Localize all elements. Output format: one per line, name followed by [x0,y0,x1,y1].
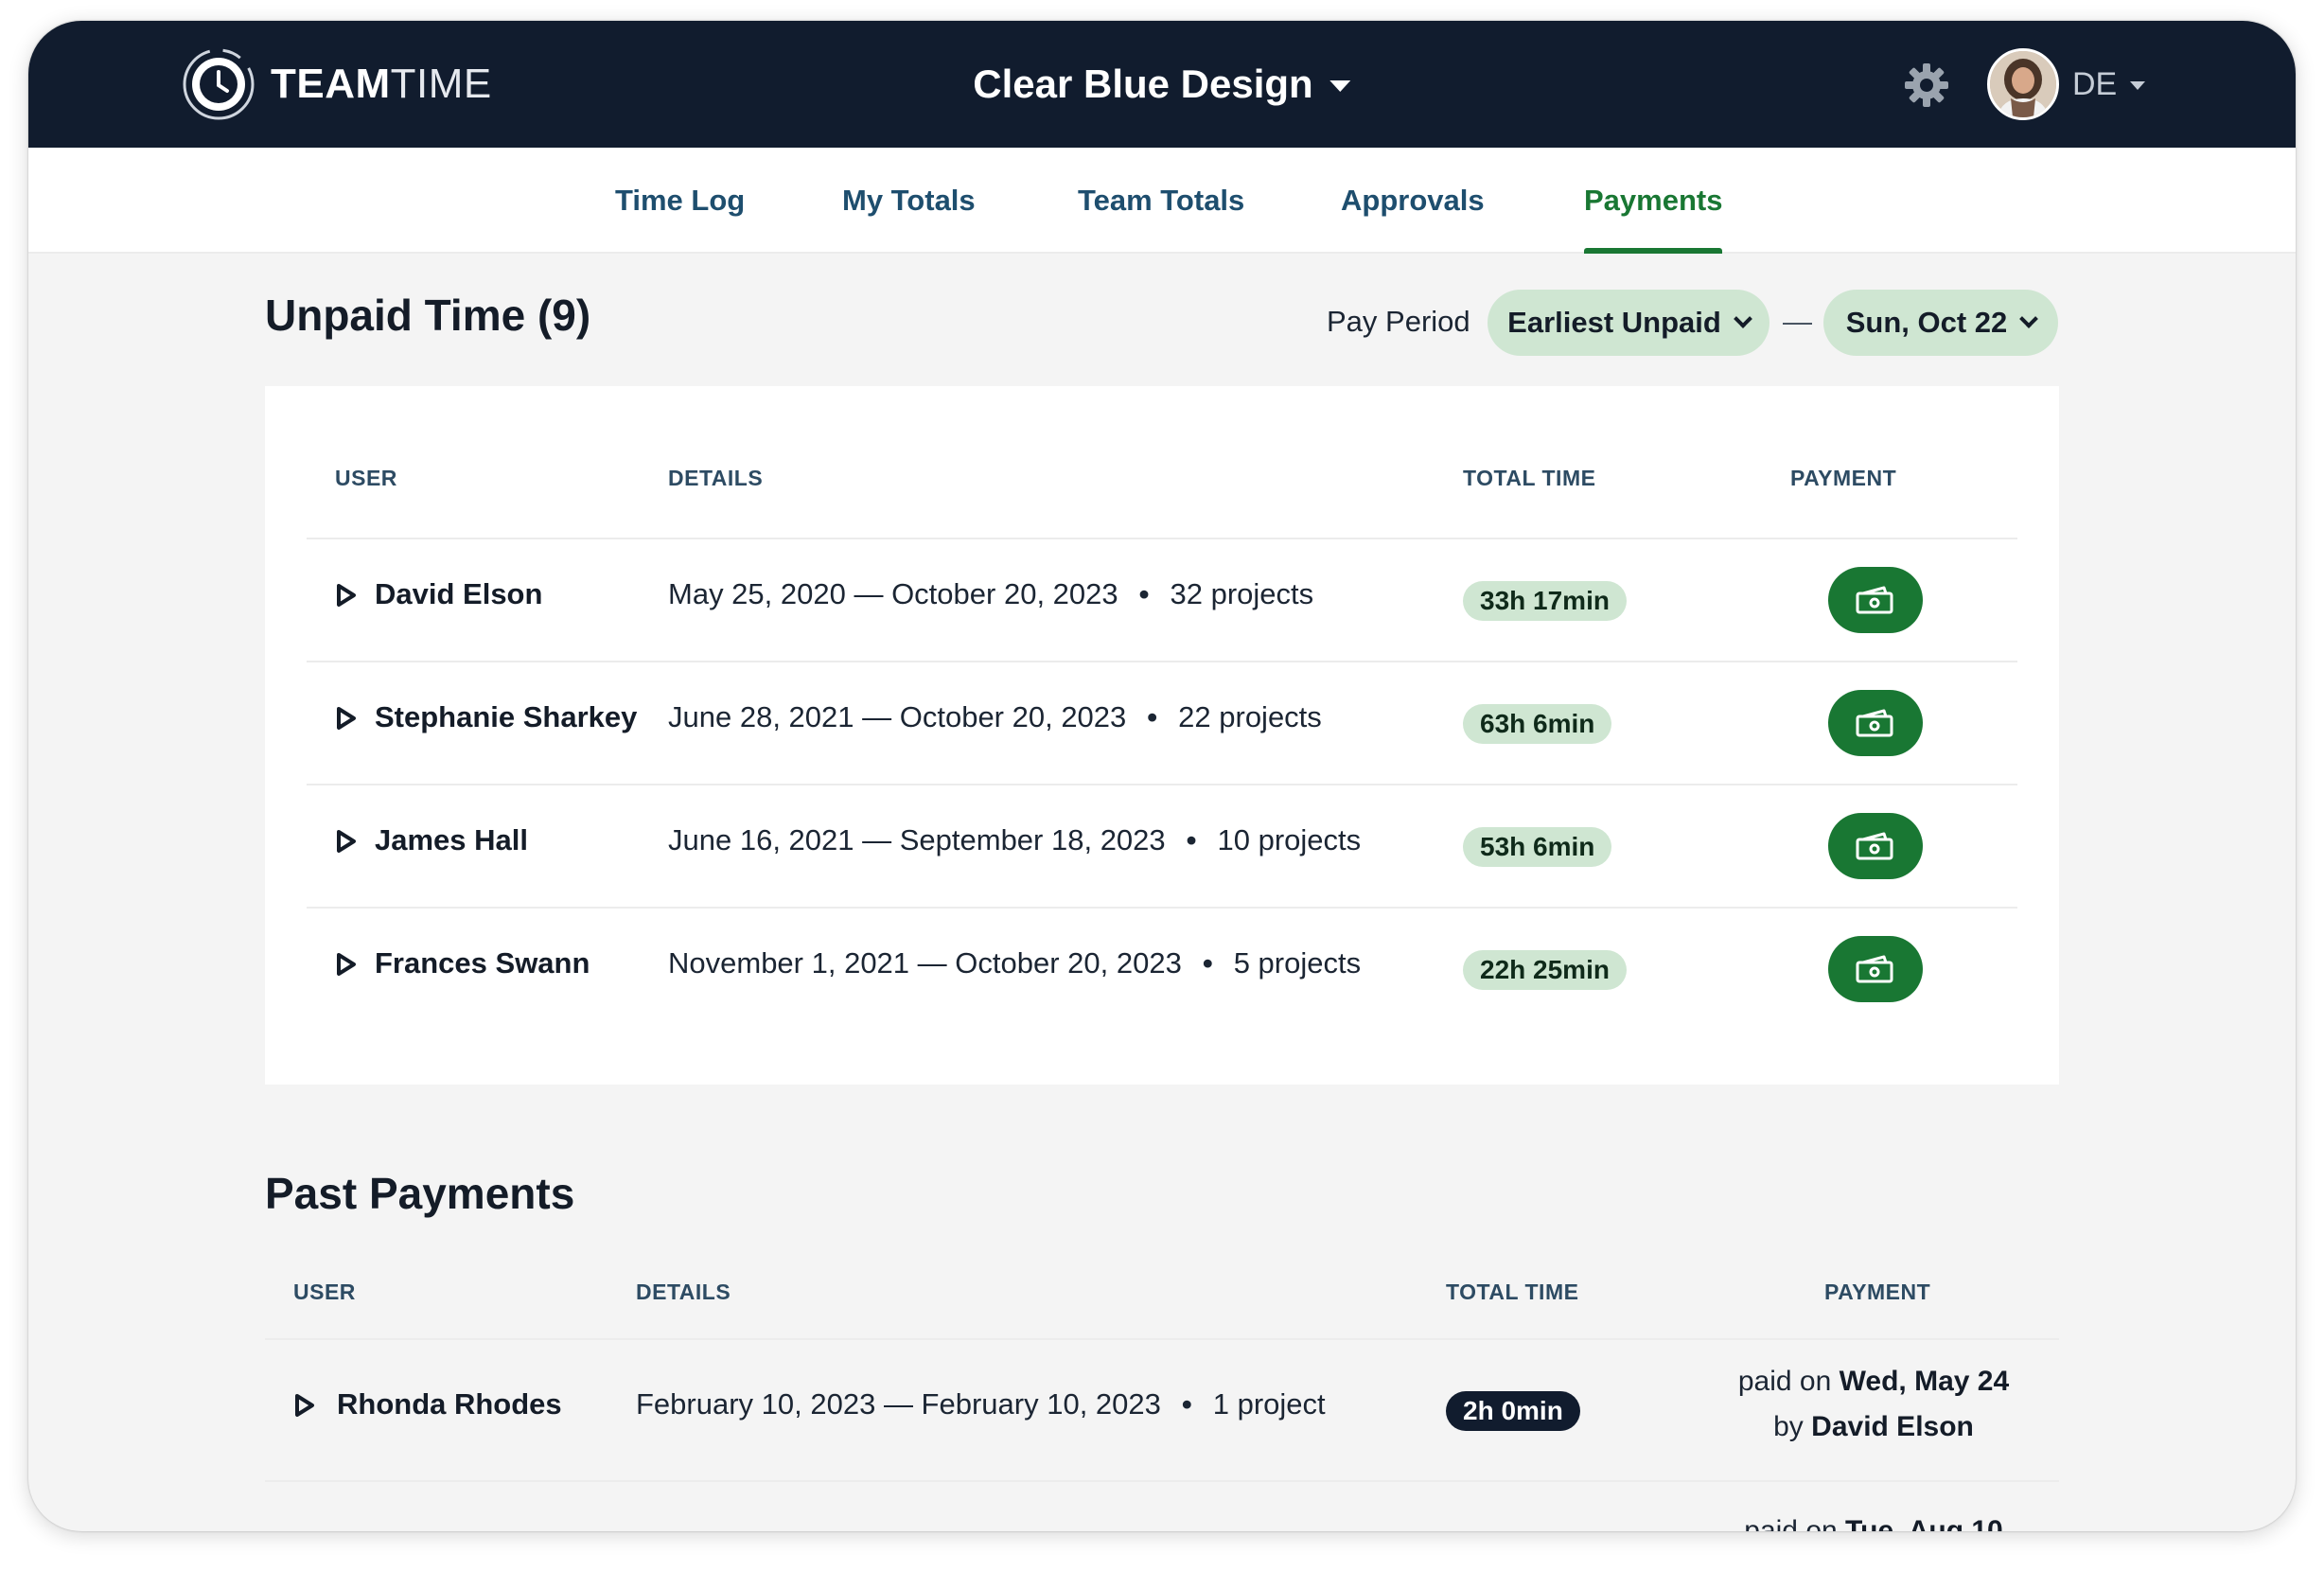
date-range: May 25, 2020 — October 20, 2023 [668,577,1118,610]
unpaid-table: USER DETAILS TOTAL TIME PAYMENT David El… [265,386,2059,1085]
pay-button[interactable] [1828,813,1923,879]
money-bill-icon [1856,709,1893,737]
unpaid-time-title: Unpaid Time (9) [265,291,591,340]
gear-icon[interactable] [1902,61,1951,110]
paid-by: David Elson [1811,1411,1974,1442]
column-header-total-time: TOTAL TIME [1446,1280,1579,1304]
play-triangle-icon[interactable] [293,1393,316,1418]
date-range: November 1, 2021 — October 20, 2023 [668,946,1182,980]
column-header-user: USER [335,466,397,490]
paid-date: Tue, Aug 10 [1845,1515,2003,1531]
total-time-badge: 2h 0min [1446,1391,1580,1431]
tab-payments[interactable]: Payments [1584,148,1723,254]
row-details: May 25, 2020 — October 20, 2023 • 32 proje… [668,577,1313,611]
payment-info: paid on Wed, May 24 by David Elson [1732,1359,2016,1450]
money-bill-icon [1856,832,1893,860]
play-triangle-icon[interactable] [335,583,358,608]
chevron-down-icon [1733,309,1752,328]
pay-button[interactable] [1828,690,1923,756]
money-bill-icon [1856,586,1893,614]
divider [307,661,2017,662]
date-range: June 16, 2021 — September 18, 2023 [668,823,1166,856]
bullet-separator: • [1138,577,1150,610]
paid-prefix: paid on [1737,1366,1832,1397]
project-count: 32 projects [1170,577,1314,610]
divider [307,784,2017,786]
bullet-separator: • [1181,1387,1192,1421]
brand-name-light: TIME [390,61,492,107]
user-menu[interactable]: DE [1987,47,2146,121]
divider [265,1480,2059,1482]
total-time-badge: 63h 6min [1463,704,1612,744]
date-range: June 28, 2021 — October 20, 2023 [668,700,1127,733]
workspace-selector[interactable]: Clear Blue Design [973,21,1351,148]
period-end-value: Sun, Oct 22 [1845,306,2008,339]
total-time-badge: 53h 6min [1463,827,1612,867]
tab-team-totals[interactable]: Team Totals [1078,148,1244,254]
play-triangle-icon[interactable] [335,706,358,731]
row-details: June 28, 2021 — October 20, 2023 • 22 proj… [668,700,1322,734]
column-header-total-time: TOTAL TIME [1463,466,1596,490]
period-start-select[interactable]: Earliest Unpaid [1488,290,1769,356]
row-details: February 10, 2023 — February 10, 2023 • 1 … [636,1387,1326,1421]
row-details: June 16, 2021 — September 18, 2023 • 10 pr… [668,823,1361,857]
user-initials: DE [2072,65,2118,102]
top-bar: TEAMTIME Clear Blue Design DE [28,21,2296,148]
pay-button[interactable] [1828,936,1923,1002]
period-separator: — [1783,305,1812,338]
brand-name-bold: TEAM [271,61,391,107]
period-end-select[interactable]: Sun, Oct 22 [1823,290,2058,356]
clock-logo-icon [183,48,255,120]
play-triangle-icon[interactable] [335,952,358,977]
divider [307,907,2017,909]
project-count: 1 project [1212,1387,1326,1421]
tab-time-log[interactable]: Time Log [615,148,745,254]
period-start-value: Earliest Unpaid [1507,306,1721,339]
avatar-portrait [1990,51,2056,117]
app-window: TEAMTIME Clear Blue Design DE Time Log M… [28,21,2296,1531]
bullet-separator: • [1202,946,1213,980]
past-payments-title: Past Payments [265,1169,575,1218]
tab-my-totals[interactable]: My Totals [842,148,976,254]
row-details: November 1, 2021 — October 20, 2023 • 5 pr… [668,946,1361,980]
column-header-payment: PAYMENT [1824,1280,1931,1304]
nav-tabs: Time Log My Totals Team Totals Approvals… [28,148,2296,254]
project-count: 22 projects [1178,700,1322,733]
payment-info: paid on Tue, Aug 10 [1732,1509,2016,1531]
divider [265,1338,2059,1340]
user-name: Rhonda Rhodes [337,1387,562,1421]
user-name: David Elson [375,577,543,610]
column-header-details: DETAILS [636,1280,731,1304]
project-count: 5 projects [1233,946,1362,980]
tab-approvals[interactable]: Approvals [1341,148,1485,254]
brand-logo[interactable]: TEAMTIME [180,44,492,125]
chevron-down-icon [2019,309,2039,328]
workspace-name: Clear Blue Design [973,62,1313,106]
column-header-details: DETAILS [668,466,764,490]
user-name: James Hall [375,823,528,856]
user-name: Stephanie Sharkey [375,700,638,733]
column-header-payment: PAYMENT [1790,466,1897,490]
play-triangle-icon[interactable] [335,829,358,854]
project-count: 10 projects [1217,823,1362,856]
total-time-badge: 33h 17min [1463,581,1627,621]
by-prefix: by [1773,1411,1804,1442]
total-time-badge: 22h 25min [1463,950,1627,990]
pay-period-label: Pay Period [1327,305,1470,338]
avatar [1987,48,2059,120]
paid-date: Wed, May 24 [1839,1366,2010,1397]
bullet-separator: • [1186,823,1197,856]
user-name: Frances Swann [375,946,590,980]
date-range: February 10, 2023 — February 10, 2023 [636,1387,1161,1421]
bullet-separator: • [1147,700,1158,733]
divider [307,538,2017,539]
pay-button[interactable] [1828,567,1923,633]
caret-down-icon [2130,80,2146,90]
paid-prefix: paid on [1744,1515,1838,1531]
caret-down-icon [1329,80,1351,92]
column-header-user: USER [293,1280,356,1304]
money-bill-icon [1856,955,1893,983]
